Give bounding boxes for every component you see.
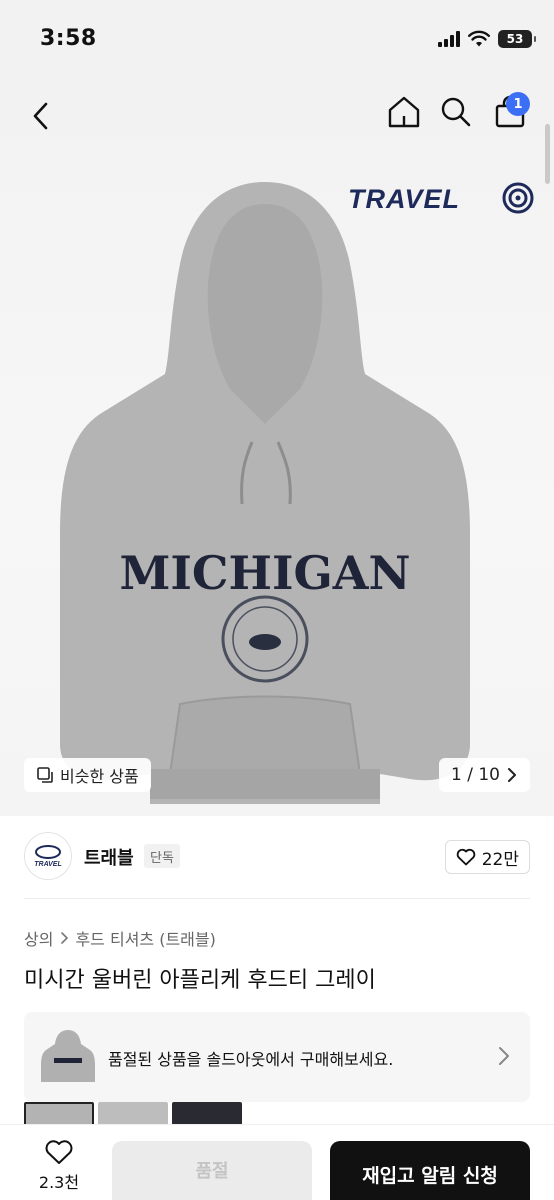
brand-row[interactable]: TRAVEL 트래블 단독 22만	[24, 832, 530, 882]
brand-like-count: 22만	[481, 849, 519, 870]
brand-name[interactable]: 트래블	[84, 844, 134, 870]
breadcrumb-category[interactable]: 상의	[24, 926, 53, 950]
wifi-icon	[468, 30, 490, 47]
status-time: 3:58	[40, 26, 97, 51]
heart-icon	[456, 848, 475, 866]
signal-icon	[438, 31, 460, 47]
hoodie-print-text: MICHIGAN	[119, 546, 410, 600]
wishlist-button[interactable]: 2.3천	[24, 1139, 94, 1200]
chevron-right-icon	[508, 768, 516, 782]
brand-avatar-logo: TRAVEL	[34, 845, 62, 868]
brand-avatar[interactable]: TRAVEL	[24, 832, 72, 880]
restock-alert-button[interactable]: 재입고 알림 신청	[330, 1141, 530, 1200]
product-image-gallery[interactable]: 1 TRAVEL MICHIGAN 비슷한 상품 1 / 10	[0, 84, 554, 816]
hoodie-image: MICHIGAN	[60, 182, 470, 804]
soldout-banner-text: 품절된 상품을 솔드아웃에서 구매해보세요.	[108, 1050, 394, 1069]
status-bar: 3:58 53	[0, 0, 554, 84]
heart-icon	[45, 1140, 73, 1164]
chevron-right-icon	[61, 932, 69, 944]
copy-icon	[37, 767, 53, 783]
page-indicator-text: 1 / 10	[451, 765, 500, 785]
breadcrumb-subcategory[interactable]: 후드 티셔츠 (트래블)	[75, 926, 215, 950]
bottom-action-bar: 2.3천 품절 재입고 알림 신청	[0, 1124, 554, 1200]
soldout-button: 품절	[112, 1141, 312, 1200]
soldout-banner[interactable]: 품절된 상품을 솔드아웃에서 구매해보세요.	[24, 1012, 530, 1102]
exclusive-badge: 단독	[144, 844, 180, 868]
similar-products-button[interactable]: 비슷한 상품	[24, 758, 151, 792]
cart-count-badge: 1	[506, 92, 530, 116]
similar-products-label: 비슷한 상품	[60, 767, 139, 786]
back-icon[interactable]	[24, 98, 60, 134]
breadcrumb: 상의 후드 티셔츠 (트래블)	[24, 926, 216, 950]
home-icon[interactable]	[386, 94, 422, 130]
banner-product-thumbnail	[41, 1030, 95, 1082]
brand-avatar-text: TRAVEL	[34, 861, 61, 868]
scrollbar[interactable]	[545, 124, 550, 184]
wishlist-count: 2.3천	[38, 1173, 80, 1192]
brand-like-button[interactable]: 22만	[444, 840, 530, 874]
chevron-right-icon	[499, 1047, 509, 1065]
image-page-indicator[interactable]: 1 / 10	[439, 758, 530, 792]
divider	[24, 898, 530, 899]
battery-icon: 53	[498, 30, 536, 48]
product-title: 미시간 울버린 아플리케 후드티 그레이	[24, 968, 376, 993]
search-icon[interactable]	[438, 94, 474, 130]
status-icons: 53	[438, 30, 536, 48]
